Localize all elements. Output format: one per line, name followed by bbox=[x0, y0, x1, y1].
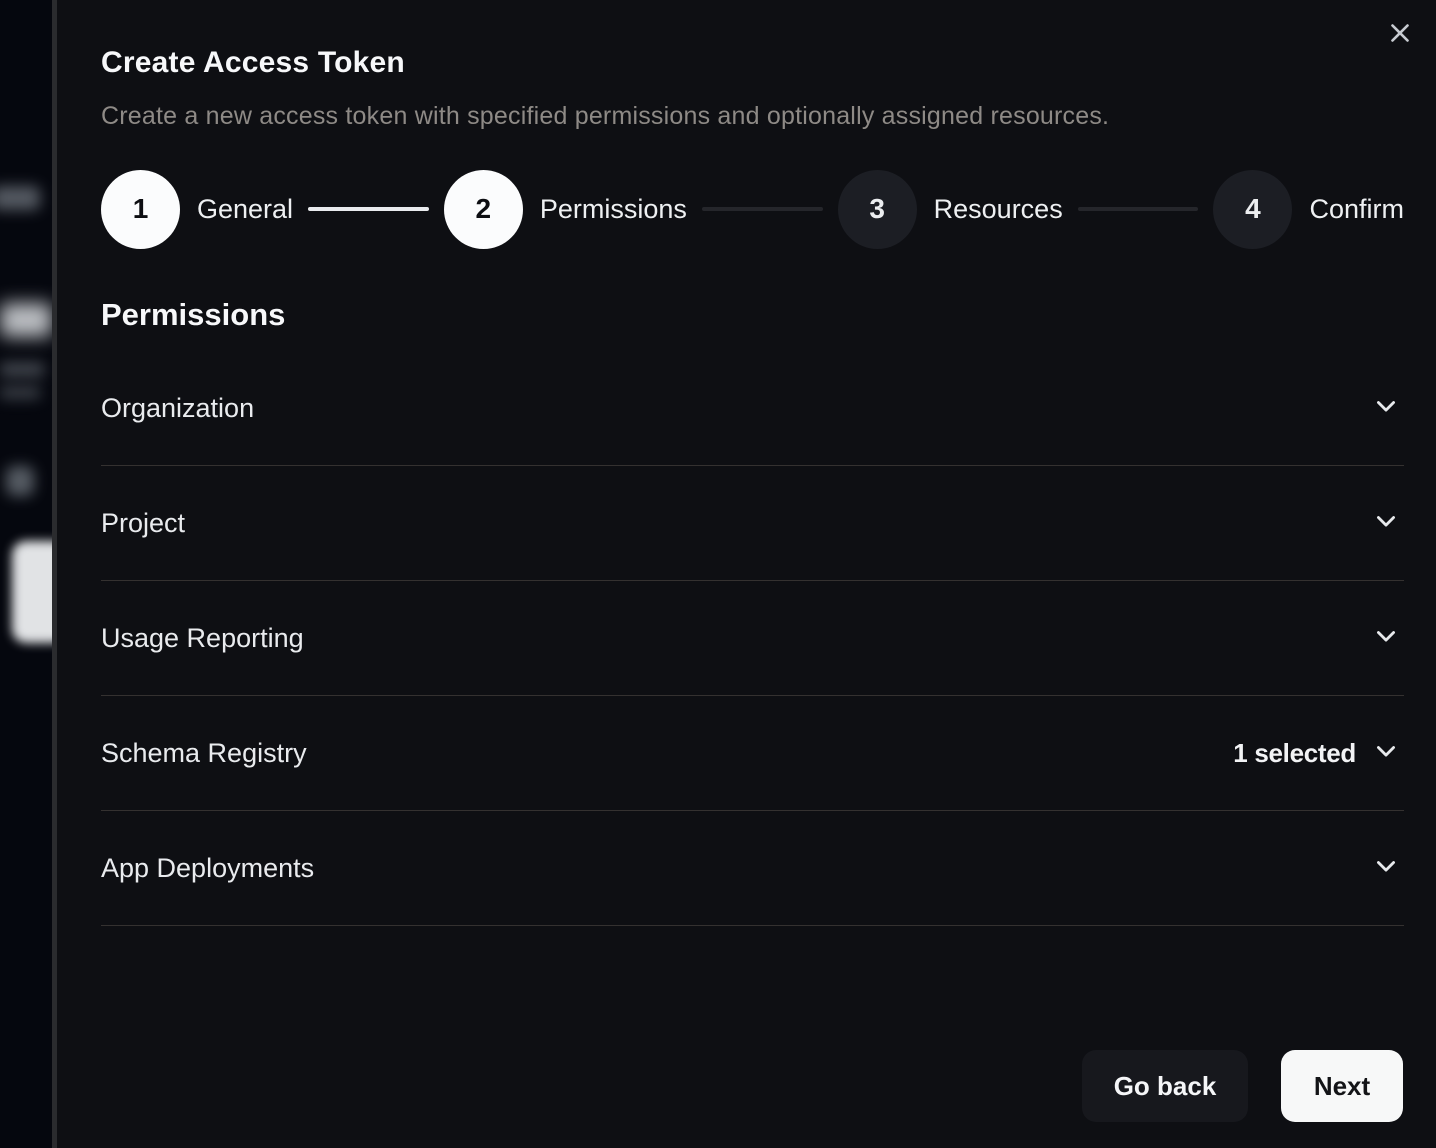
chevron-down-icon bbox=[1372, 392, 1400, 425]
step-label-resources: Resources bbox=[934, 194, 1063, 225]
step-connector-upcoming bbox=[1078, 207, 1199, 211]
step-connector-upcoming bbox=[702, 207, 823, 211]
step-number-3: 3 bbox=[838, 170, 917, 249]
dialog-title: Create Access Token bbox=[101, 46, 1404, 80]
step-confirm[interactable]: 4 Confirm bbox=[1213, 170, 1404, 249]
background-blur-icon bbox=[6, 466, 34, 496]
dialog-footer: Go back Next bbox=[1082, 1050, 1403, 1122]
stepper: 1 General 2 Permissions 3 Resources 4 Co… bbox=[101, 169, 1404, 249]
background-blur-text-line bbox=[0, 362, 44, 377]
chevron-down-icon bbox=[1372, 507, 1400, 540]
step-permissions[interactable]: 2 Permissions bbox=[444, 170, 687, 249]
accordion-label: Usage Reporting bbox=[101, 623, 304, 654]
create-access-token-dialog: Create Access Token Create a new access … bbox=[57, 0, 1436, 1148]
close-button[interactable] bbox=[1384, 18, 1416, 50]
dialog-subtitle: Create a new access token with specified… bbox=[101, 102, 1404, 131]
background-blur-nav-item bbox=[0, 186, 40, 210]
background-page bbox=[0, 0, 52, 1148]
background-blur-heading bbox=[0, 303, 52, 337]
step-number-4: 4 bbox=[1213, 170, 1292, 249]
background-blur-card bbox=[12, 541, 52, 643]
chevron-down-icon bbox=[1372, 852, 1400, 885]
go-back-button[interactable]: Go back bbox=[1082, 1050, 1248, 1122]
step-label-general: General bbox=[197, 194, 293, 225]
step-connector-complete bbox=[308, 207, 429, 211]
chevron-down-icon bbox=[1372, 622, 1400, 655]
background-blur-text-line bbox=[0, 386, 40, 399]
step-label-confirm: Confirm bbox=[1309, 194, 1404, 225]
step-resources[interactable]: 3 Resources bbox=[838, 170, 1063, 249]
accordion-project[interactable]: Project bbox=[101, 466, 1404, 581]
accordion-label: Organization bbox=[101, 393, 254, 424]
accordion-schema-registry[interactable]: Schema Registry 1 selected bbox=[101, 696, 1404, 811]
accordion-usage-reporting[interactable]: Usage Reporting bbox=[101, 581, 1404, 696]
permissions-accordion: Organization Project Usage Reporting bbox=[101, 351, 1404, 926]
accordion-label: Project bbox=[101, 508, 185, 539]
accordion-app-deployments[interactable]: App Deployments bbox=[101, 811, 1404, 926]
step-general[interactable]: 1 General bbox=[101, 170, 293, 249]
chevron-down-icon bbox=[1372, 737, 1400, 770]
step-label-permissions: Permissions bbox=[540, 194, 687, 225]
close-icon bbox=[1385, 18, 1415, 51]
section-heading: Permissions bbox=[101, 297, 1404, 333]
step-number-2: 2 bbox=[444, 170, 523, 249]
accordion-label: App Deployments bbox=[101, 853, 314, 884]
step-number-1: 1 bbox=[101, 170, 180, 249]
accordion-label: Schema Registry bbox=[101, 738, 307, 769]
selection-badge: 1 selected bbox=[1233, 738, 1356, 769]
next-button[interactable]: Next bbox=[1281, 1050, 1403, 1122]
accordion-organization[interactable]: Organization bbox=[101, 351, 1404, 466]
